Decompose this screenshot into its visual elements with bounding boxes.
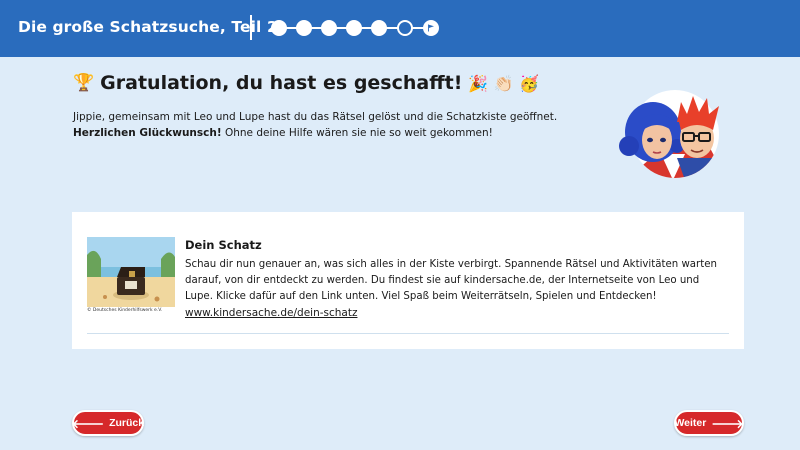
flag-icon (428, 24, 434, 32)
card-divider (87, 333, 729, 334)
next-button[interactable]: Weiter 🡒 (674, 410, 744, 436)
treasure-card: © Deutsches Kinderhilfswerk e.V. Dein Sc… (72, 212, 744, 349)
page-title: Gratulation, du hast es geschafft! (100, 72, 463, 94)
header-bar: Die große Schatzsuche, Teil 2 (0, 0, 800, 57)
intro-line-2: Ohne deine Hilfe wären sie nie so weit g… (221, 127, 493, 139)
arrow-left-icon: 🡐 (71, 416, 105, 431)
treasure-link[interactable]: www.kindersache.de/dein-schatz (185, 307, 357, 319)
image-caption: © Deutsches Kinderhilfswerk e.V. (87, 308, 163, 313)
intro-congrats: Herzlichen Glückwunsch! (73, 127, 222, 139)
progress-step-5 (371, 20, 387, 36)
progress-step-goal (423, 20, 439, 36)
back-button[interactable]: 🡐 Zurück (72, 410, 144, 436)
progress-step-6-current (397, 20, 413, 36)
page-heading: 🏆 Gratulation, du hast es geschafft! 🎉 👏… (73, 72, 539, 94)
progress-step-1 (271, 20, 287, 36)
progress-step-2 (296, 20, 312, 36)
progress-indicator (271, 18, 441, 38)
intro-text: Jippie, gemeinsam mit Leo und Lupe hast … (73, 109, 573, 141)
back-button-label: Zurück (109, 417, 145, 429)
trophy-icon: 🏆 (73, 73, 95, 93)
card-title: Dein Schatz (185, 238, 262, 252)
app-title: Die große Schatzsuche, Teil 2 (18, 18, 278, 36)
celebration-icons: 🎉 👏🏻 🥳 (468, 73, 540, 93)
progress-step-4 (346, 20, 362, 36)
arrow-right-icon: 🡒 (711, 416, 744, 431)
next-button-label: Weiter (674, 417, 707, 429)
card-description: Schau dir nun genauer an, was sich alles… (185, 259, 717, 302)
header-divider (250, 15, 252, 40)
treasure-chest-image (87, 237, 175, 307)
intro-line-1: Jippie, gemeinsam mit Leo und Lupe hast … (73, 111, 558, 123)
progress-step-3 (321, 20, 337, 36)
leo-and-lupe-avatar (619, 90, 719, 178)
